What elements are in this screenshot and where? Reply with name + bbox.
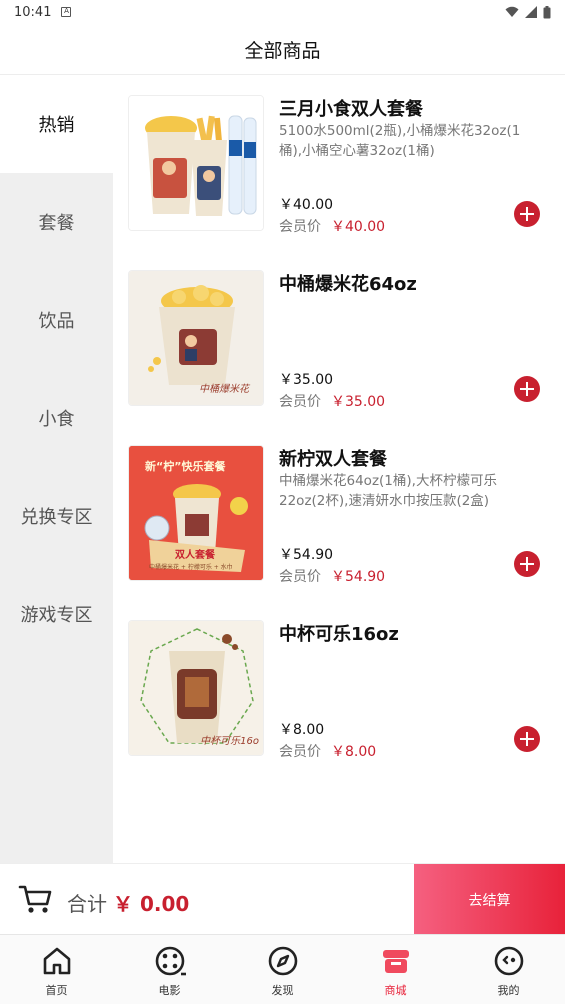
product-card[interactable]: 三月小食双人套餐 5100水500ml(2瓶),小桶爆米花32oz(1桶),小桶…	[128, 95, 548, 235]
member-price: ￥8.00	[331, 744, 377, 760]
combo-snack-image	[129, 96, 263, 230]
total-amount: ￥ 0.00	[113, 892, 190, 916]
sim-icon: A	[61, 7, 72, 17]
product-image: 中杯可乐16o	[128, 620, 264, 756]
sidebar-item-label: 兑换专区	[20, 507, 93, 528]
product-price: ￥35.00	[279, 372, 334, 388]
add-to-cart-button[interactable]	[514, 201, 540, 227]
tab-label: 我的	[497, 984, 520, 997]
product-name: 三月小食双人套餐	[279, 99, 423, 120]
sidebar-item-label: 游戏专区	[20, 605, 93, 626]
checkout-label: 去结算	[468, 892, 511, 909]
tab-home[interactable]: 首页	[0, 935, 113, 1004]
battery-icon	[543, 5, 551, 18]
tab-discover[interactable]: 发现	[226, 935, 339, 1004]
sidebar-item-redeem[interactable]: 兑换专区	[0, 467, 113, 565]
status-time: 10:41	[14, 4, 52, 20]
member-price-row: 会员价 ￥40.00	[279, 216, 385, 236]
film-reel-icon	[155, 946, 186, 976]
add-to-cart-button[interactable]	[514, 551, 540, 577]
member-price-label: 会员价	[279, 744, 321, 760]
image-subtitle: 中桶爆米花 + 柠檬可乐 + 水巾	[149, 564, 233, 571]
member-price: ￥54.90	[331, 569, 386, 585]
sidebar-item-games[interactable]: 游戏专区	[0, 565, 113, 663]
add-to-cart-button[interactable]	[514, 376, 540, 402]
add-to-cart-button[interactable]	[514, 726, 540, 752]
product-card[interactable]: 新“柠”快乐套餐 双人套餐 中桶爆米花 + 柠檬可乐 + 水巾 新柠双人套餐 中…	[128, 445, 548, 585]
tab-label: 首页	[45, 984, 68, 997]
sidebar-item-label: 热销	[38, 115, 75, 136]
product-price: ￥40.00	[279, 197, 334, 213]
sidebar-item-snacks[interactable]: 小食	[0, 369, 113, 467]
product-list: 三月小食双人套餐 5100水500ml(2瓶),小桶爆米花32oz(1桶),小桶…	[113, 75, 565, 863]
cart-bar: 合计 ￥ 0.00 去结算	[0, 863, 565, 935]
cart-icon[interactable]	[18, 884, 52, 914]
profile-face-icon	[494, 946, 523, 976]
product-description: 5100水500ml(2瓶),小桶爆米花32oz(1桶),小桶空心薯32oz(1…	[279, 123, 521, 159]
member-price-row: 会员价 ￥8.00	[279, 741, 376, 761]
image-tag: 双人套餐	[175, 550, 215, 561]
status-bar: 10:41 A	[0, 0, 565, 24]
signal-icon	[525, 6, 537, 18]
image-caption: 中桶爆米花	[199, 384, 249, 395]
tab-label: 发现	[271, 984, 294, 997]
sidebar-item-hot[interactable]: 热销	[0, 75, 113, 173]
product-name: 中桶爆米花64oz	[279, 274, 417, 295]
member-price-label: 会员价	[279, 569, 321, 585]
image-caption: 中杯可乐16o	[200, 736, 259, 747]
sidebar-item-drinks[interactable]: 饮品	[0, 271, 113, 369]
member-price-label: 会员价	[279, 394, 321, 410]
product-name: 新柠双人套餐	[279, 449, 387, 470]
wifi-icon	[505, 6, 519, 17]
tab-movies[interactable]: 电影	[113, 935, 226, 1004]
sidebar-item-label: 饮品	[38, 311, 75, 332]
tab-label: 电影	[158, 984, 181, 997]
page-header: 全部商品	[0, 24, 565, 75]
page-title: 全部商品	[244, 39, 321, 62]
product-card[interactable]: 中杯可乐16o 中杯可乐16oz ￥8.00 会员价 ￥8.00	[128, 620, 548, 760]
tab-profile[interactable]: 我的	[452, 935, 565, 1004]
product-image	[128, 95, 264, 231]
status-icons	[505, 5, 551, 19]
product-card[interactable]: 中桶爆米花 中桶爆米花64oz ￥35.00 会员价 ￥35.00	[128, 270, 548, 410]
compass-icon	[268, 946, 297, 976]
product-name: 中杯可乐16oz	[279, 624, 399, 645]
tab-store[interactable]: 商城	[339, 935, 452, 1004]
category-sidebar: 热销 套餐 饮品 小食 兑换专区 游戏专区	[0, 75, 113, 863]
bottom-tab-bar: 首页 电影 发现 商城 我的	[0, 934, 565, 1004]
sidebar-item-label: 小食	[38, 409, 75, 430]
product-price: ￥8.00	[279, 722, 325, 738]
member-price: ￥35.00	[331, 394, 386, 410]
store-icon	[382, 950, 409, 973]
product-image: 中桶爆米花	[128, 270, 264, 406]
checkout-button[interactable]: 去结算	[414, 864, 565, 935]
product-description: 中桶爆米花64oz(1桶),大杯柠檬可乐22oz(2杯),速清妍水巾按压款(2盒…	[279, 473, 497, 509]
sidebar-item-label: 套餐	[38, 213, 75, 234]
product-image: 新“柠”快乐套餐 双人套餐 中桶爆米花 + 柠檬可乐 + 水巾	[128, 445, 264, 581]
member-price-row: 会员价 ￥35.00	[279, 391, 385, 411]
member-price-label: 会员价	[279, 219, 321, 235]
product-price: ￥54.90	[279, 547, 334, 563]
home-icon	[43, 947, 70, 975]
total-label: 合计	[67, 892, 107, 916]
sidebar-item-combo[interactable]: 套餐	[0, 173, 113, 271]
image-banner: 新“柠”快乐套餐	[145, 460, 226, 473]
member-price: ￥40.00	[331, 219, 386, 235]
tab-label: 商城	[384, 984, 407, 997]
member-price-row: 会员价 ￥54.90	[279, 566, 385, 586]
